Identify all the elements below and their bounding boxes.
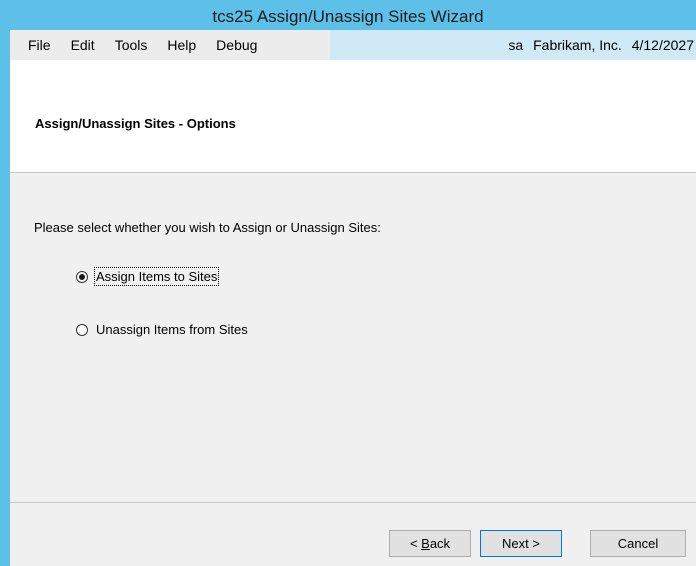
menu-bar: File Edit Tools Help Debug sa Fabrikam, … [10,30,696,61]
menu-debug[interactable]: Debug [206,30,267,60]
back-rest: ack [429,536,451,551]
menu-tools[interactable]: Tools [105,30,158,60]
option-assign[interactable]: Assign Items to Sites [76,267,220,286]
wizard-window: tcs25 Assign/Unassign Sites Wizard File … [0,0,696,566]
menu-edit[interactable]: Edit [61,30,105,60]
back-accel: B [421,536,430,551]
footer-divider [10,502,696,503]
status-strip: sa Fabrikam, Inc. 4/12/2027 [330,30,696,60]
assign-radio[interactable] [76,270,88,283]
window-title: tcs25 Assign/Unassign Sites Wizard [0,0,696,34]
menu-file[interactable]: File [18,30,61,60]
cancel-button[interactable]: Cancel [590,530,686,557]
status-user: sa [508,37,524,53]
header-panel: Assign/Unassign Sites - Options [10,60,696,173]
menu-items: File Edit Tools Help Debug [10,30,267,60]
unassign-radio[interactable] [76,323,88,336]
next-button[interactable]: Next > [480,530,562,557]
option-unassign[interactable]: Unassign Items from Sites [76,322,248,337]
assign-label[interactable]: Assign Items to Sites [93,267,220,286]
selection-prompt: Please select whether you wish to Assign… [34,220,381,235]
status-date: 4/12/2027 [631,37,694,53]
status-info: sa Fabrikam, Inc. 4/12/2027 [502,30,694,60]
wizard-content: Assign/Unassign Sites - Options Please s… [10,60,696,566]
back-prefix: < [409,536,422,551]
menu-help[interactable]: Help [157,30,206,60]
unassign-label[interactable]: Unassign Items from Sites [96,322,248,337]
status-company: Fabrikam, Inc. [533,37,622,53]
back-button[interactable]: < Back [389,530,471,557]
page-title: Assign/Unassign Sites - Options [35,116,236,131]
